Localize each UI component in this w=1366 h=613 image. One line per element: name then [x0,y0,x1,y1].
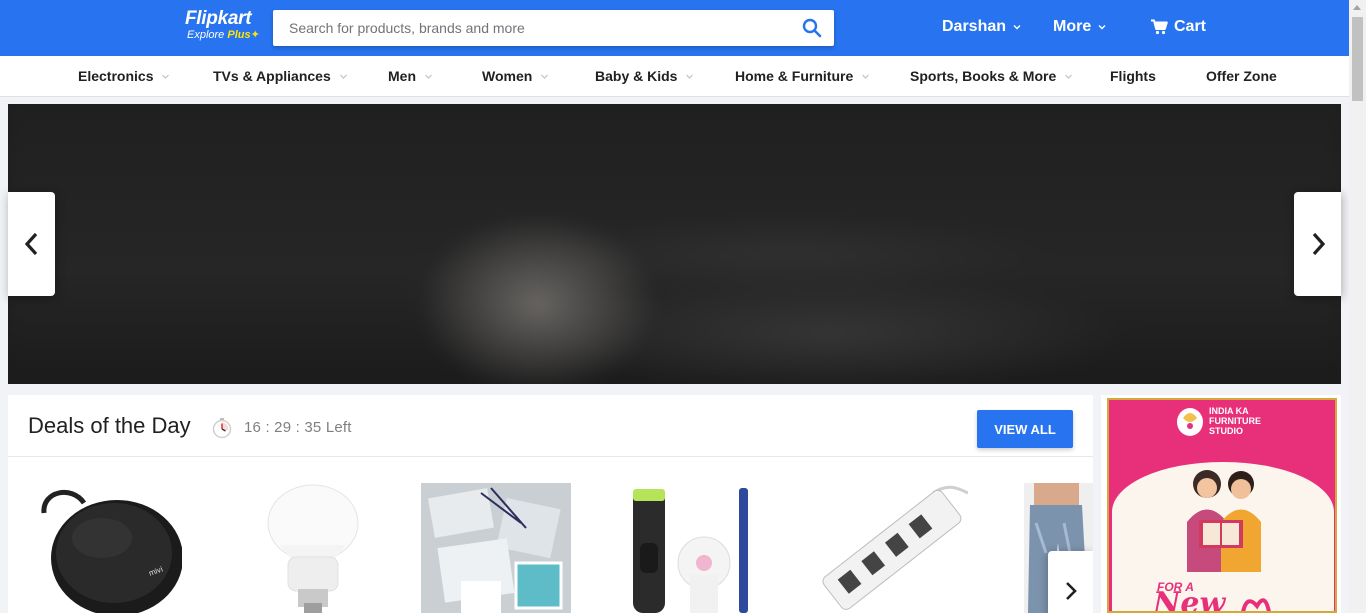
search-icon[interactable] [802,18,822,38]
nav-item-sports-books-more[interactable]: Sports, Books & More [910,68,1073,84]
product-bluetooth-speaker[interactable]: mivi [32,483,182,613]
deal-timer: 16 : 29 : 35 Left [244,419,352,436]
search-bar [273,10,834,46]
nav-label: Women [482,68,533,84]
nav-item-women[interactable]: Women [482,68,549,84]
chevron-right-icon [1312,232,1325,256]
deals-title: Deals of the Day [28,413,191,438]
decor-swirl-icon [1241,598,1271,611]
account-name: Darshan [942,18,1007,35]
deals-of-the-day-section: Deals of the Day 16 : 29 : 35 Left VIEW … [8,395,1093,613]
more-label: More [1053,18,1092,35]
ad-brand-line: STUDIO [1209,426,1244,436]
nav-label: TVs & Appliances [213,68,331,84]
chevron-down-icon [1098,25,1106,30]
chevron-down-icon [686,74,694,79]
chevron-right-icon [1065,582,1077,600]
chevron-down-icon [1065,74,1073,79]
ad-brand-line: FURNITURE [1209,416,1261,426]
cart-label: Cart [1174,18,1207,35]
ad-tagline-new: New [1153,586,1226,613]
nav-label: Baby & Kids [595,68,678,84]
nav-item-electronics[interactable]: Electronics [78,68,170,84]
account-menu[interactable]: Darshan [942,18,1022,36]
nav-label: Offer Zone [1206,68,1277,84]
furniture-ad[interactable]: INDIA KA FURNITURE STUDIO FOR A New [1101,395,1341,613]
nav-item-offer-zone[interactable]: Offer Zone [1206,68,1277,84]
chevron-down-icon [339,74,347,79]
plus-star-icon: ✦ [250,29,260,41]
hero-banner[interactable] [8,104,1341,384]
couple-illustration [1187,470,1261,572]
ad-brand-line: INDIA KA [1209,406,1249,416]
chevron-down-icon [541,74,549,79]
page-scrollbar[interactable] [1349,0,1366,613]
nav-item-tvs-appliances[interactable]: TVs & Appliances [213,68,348,84]
chevron-down-icon [162,74,170,79]
flipkart-logo[interactable]: Flipkart Explore Plus✦ [185,9,265,45]
nav-item-baby-kids[interactable]: Baby & Kids [595,68,694,84]
top-header: Flipkart Explore Plus✦ Darshan More Cart [0,0,1349,56]
product-extension-board[interactable] [818,483,968,613]
furniture-logo-icon [1177,408,1203,436]
ad-brand: INDIA KA FURNITURE STUDIO [1209,406,1261,436]
view-all-button[interactable]: VIEW ALL [977,410,1073,448]
banner-prev-button[interactable] [8,192,55,296]
nav-label: Sports, Books & More [910,68,1057,84]
scroll-up-icon[interactable] [1353,5,1361,10]
scrollbar-thumb[interactable] [1352,17,1363,101]
nav-label: Electronics [78,68,154,84]
ad-banner: INDIA KA FURNITURE STUDIO FOR A New [1107,398,1337,613]
more-menu[interactable]: More [1053,18,1107,36]
category-nav: Electronics TVs & Appliances Men Women B… [0,56,1349,97]
product-wall-switches[interactable] [421,483,571,613]
nav-label: Flights [1110,68,1156,84]
chevron-down-icon [425,74,432,79]
nav-item-flights[interactable]: Flights [1110,68,1156,84]
nav-label: Men [388,68,416,84]
cart-icon [1151,19,1168,35]
logo-tagline: Explore Plus✦ [187,29,265,42]
nav-label: Home & Furniture [735,68,854,84]
chevron-left-icon [24,232,37,256]
nav-item-home-furniture[interactable]: Home & Furniture [735,68,870,84]
clock-icon [212,418,232,439]
banner-image [8,104,1341,384]
product-led-bulb[interactable] [258,483,368,613]
deals-next-button[interactable] [1048,551,1093,613]
cart-link[interactable]: Cart [1150,18,1206,36]
logo-plus-text: Plus [227,29,251,41]
nav-item-men[interactable]: Men [388,68,433,84]
product-grooming-kit[interactable] [628,483,778,613]
deals-header: Deals of the Day 16 : 29 : 35 Left VIEW … [8,395,1093,457]
chevron-down-icon [862,74,870,79]
search-input[interactable] [273,10,793,46]
logo-tagline-text: Explore [187,29,225,41]
logo-name: Flipkart [185,8,252,29]
chevron-down-icon [1013,25,1021,30]
banner-next-button[interactable] [1294,192,1341,296]
